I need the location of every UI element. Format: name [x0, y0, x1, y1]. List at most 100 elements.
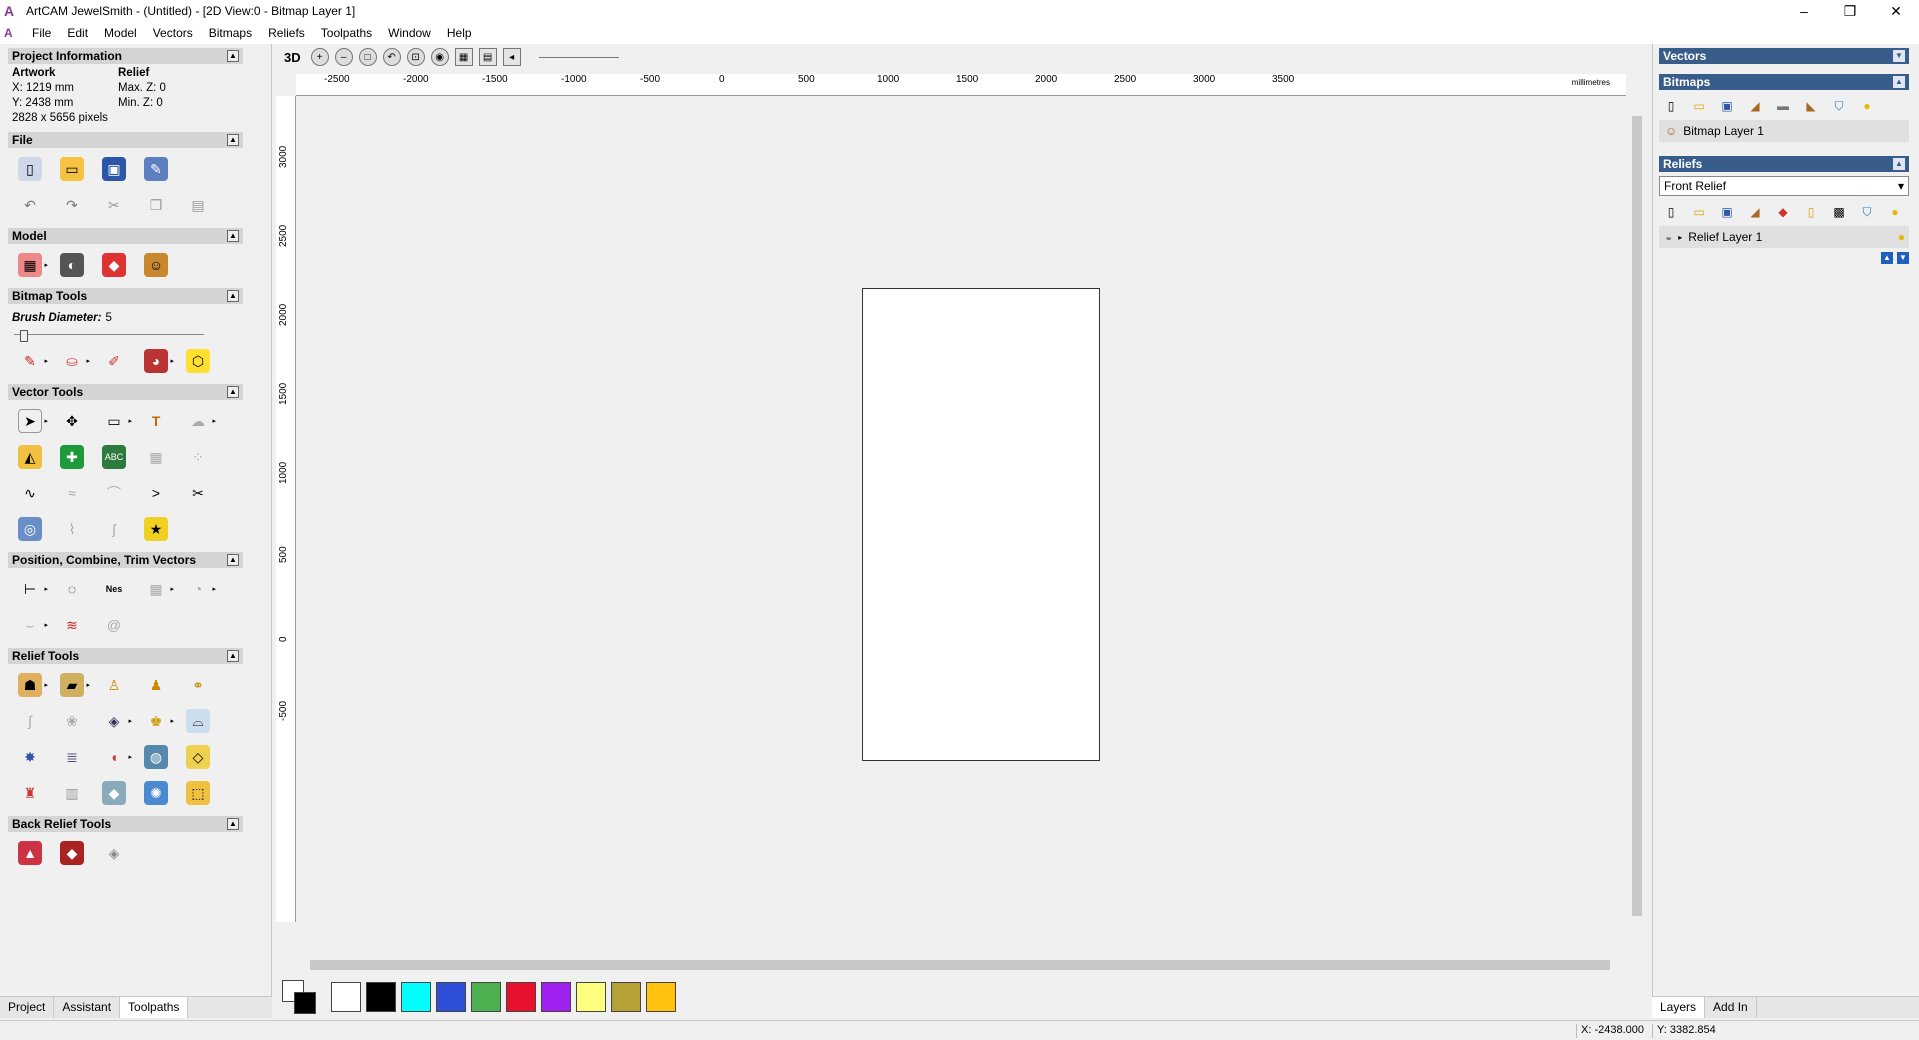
import-icon[interactable]: ◢	[1747, 204, 1763, 220]
pencil-button[interactable]: ✎ ▸	[12, 346, 48, 376]
figure-button[interactable]: ♜	[12, 778, 48, 808]
relief-folder-button[interactable]: ⬚	[180, 778, 216, 808]
color-swatch[interactable]	[331, 982, 361, 1012]
menu-vectors[interactable]: Vectors	[145, 26, 201, 40]
color-swatch[interactable]	[576, 982, 606, 1012]
texture-button[interactable]: ❀	[54, 706, 90, 736]
zoom-in-icon[interactable]: +	[310, 48, 329, 66]
eyedropper-button[interactable]: ✐	[96, 346, 132, 376]
dropdown-arrow-icon[interactable]: ▸	[44, 681, 48, 689]
open-folder-icon[interactable]: ▭	[1691, 98, 1707, 114]
sculpt-button[interactable]: ◖ ▸	[96, 742, 132, 772]
save-icon[interactable]: ▣	[1719, 98, 1735, 114]
dropdown-arrow-icon[interactable]: ▸	[170, 585, 174, 593]
dropdown-arrow-icon[interactable]: ▸	[44, 621, 48, 629]
expand-icon[interactable]: ▼	[1893, 50, 1905, 62]
menu-edit[interactable]: Edit	[59, 26, 96, 40]
save-icon[interactable]: ▣	[1719, 204, 1735, 220]
shape-button[interactable]: ʃ	[96, 514, 132, 544]
open-file-button[interactable]: ▭	[54, 154, 90, 184]
undo-button[interactable]: ↶	[12, 190, 48, 220]
color-swatch[interactable]	[436, 982, 466, 1012]
file-header[interactable]: File ▲	[8, 132, 243, 148]
zoom-selection-icon[interactable]: ⊡	[406, 48, 425, 66]
dropdown-arrow-icon[interactable]: ▸	[128, 717, 132, 725]
menu-reliefs[interactable]: Reliefs	[260, 26, 313, 40]
close-button[interactable]: ✕	[1873, 0, 1919, 22]
spin-button[interactable]: ♙	[96, 670, 132, 700]
collapse-icon[interactable]: ▲	[227, 650, 239, 662]
preview-icon[interactable]: ▩	[1831, 204, 1847, 220]
collapse-icon[interactable]: ▲	[227, 230, 239, 242]
color-swatch[interactable]	[506, 982, 536, 1012]
collapse-icon[interactable]: ▲	[227, 50, 239, 62]
layers-relief-button[interactable]: ≣	[54, 742, 90, 772]
project-info-header[interactable]: Project Information ▲	[8, 48, 243, 64]
color-swatch[interactable]	[541, 982, 571, 1012]
reliefs-header[interactable]: Reliefs ▲	[1659, 156, 1909, 172]
color-swatch[interactable]	[471, 982, 501, 1012]
color-palette-button[interactable]: ◕ ▸	[138, 346, 174, 376]
menu-toolpaths[interactable]: Toolpaths	[313, 26, 380, 40]
dropdown-arrow-icon[interactable]: ▸	[44, 261, 48, 269]
bitmap-tools-header[interactable]: Bitmap Tools ▲	[8, 288, 243, 304]
visibility-bulb-icon[interactable]: ●	[1859, 98, 1875, 114]
zoom-fit-icon[interactable]: □	[358, 48, 377, 66]
visibility-bulb-icon[interactable]: ●	[1887, 204, 1903, 220]
trim-button[interactable]: ✂	[180, 478, 216, 508]
menu-window[interactable]: Window	[380, 26, 439, 40]
slider-thumb[interactable]	[19, 330, 28, 342]
back-relief-2-button[interactable]: ◆	[54, 838, 90, 868]
color-swatch[interactable]	[646, 982, 676, 1012]
tab-assistant[interactable]: Assistant	[54, 997, 121, 1018]
dropdown-arrow-icon[interactable]: ▸	[44, 417, 48, 425]
vector-doctor-button[interactable]: ◭	[12, 442, 48, 472]
smooth-relief-button[interactable]: ∫	[12, 706, 48, 736]
collapse-icon[interactable]: ▲	[227, 290, 239, 302]
shape-editor-button[interactable]: ☗ ▸	[12, 670, 48, 700]
import-icon[interactable]: ◢	[1747, 98, 1763, 114]
collapse-icon[interactable]: ▲	[227, 386, 239, 398]
align-button[interactable]: ⊢ ▸	[12, 574, 48, 604]
brush-slider[interactable]	[14, 330, 204, 342]
spiral-button[interactable]: @	[96, 610, 132, 640]
visibility-bulb-icon[interactable]: ●	[1898, 230, 1905, 244]
curve-button[interactable]: ⌇	[54, 514, 90, 544]
color-swatch[interactable]	[401, 982, 431, 1012]
bitmaps-header[interactable]: Bitmaps ▲	[1659, 74, 1909, 90]
smooth-vectors-button[interactable]: ∿	[12, 478, 48, 508]
save-file-button[interactable]: ▣	[96, 154, 132, 184]
new-layer-icon[interactable]: ▯	[1663, 98, 1679, 114]
menu-bitmaps[interactable]: Bitmaps	[201, 26, 260, 40]
menu-file[interactable]: File	[24, 26, 59, 40]
collapse-icon[interactable]: ▲	[227, 134, 239, 146]
weld-button[interactable]: ◔ ▸	[180, 574, 216, 604]
star-relief-button[interactable]: ✸	[12, 742, 48, 772]
arch-button[interactable]: ⌓	[180, 706, 216, 736]
create-offset-button[interactable]: ✚	[54, 442, 90, 472]
scroll-thumb[interactable]	[1632, 116, 1642, 916]
collapse-icon[interactable]: ▲	[227, 818, 239, 830]
scroll-thumb[interactable]	[310, 960, 1610, 970]
dropdown-arrow-icon[interactable]: ▸	[170, 717, 174, 725]
back-relief-header[interactable]: Back Relief Tools ▲	[8, 816, 243, 832]
export-icon[interactable]: ▬	[1775, 98, 1791, 114]
primary-secondary-colors[interactable]	[282, 980, 322, 1014]
snap-objects-icon[interactable]: ▤	[478, 48, 497, 66]
vector-library-button[interactable]: ☁ ▸	[180, 406, 216, 436]
relief-globe-button[interactable]: ◍	[138, 742, 174, 772]
model-info-button[interactable]: ✎	[138, 154, 174, 184]
move-down-icon[interactable]: ▼	[1897, 252, 1909, 264]
node-editing-button[interactable]: ⁘	[180, 442, 216, 472]
paste-button[interactable]: ▤	[180, 190, 216, 220]
abc-text-button[interactable]: ABC	[96, 442, 132, 472]
relief-plane-button[interactable]: ◇	[180, 742, 216, 772]
transform-button[interactable]: ✥	[54, 406, 90, 436]
tab-project[interactable]: Project	[0, 997, 55, 1018]
wrap-button[interactable]: ≋	[54, 610, 90, 640]
gray-scale-button[interactable]: ◐	[54, 250, 90, 280]
bezier-button[interactable]: ⌒	[96, 478, 132, 508]
menu-help[interactable]: Help	[439, 26, 480, 40]
cut-button[interactable]: ✂	[96, 190, 132, 220]
tab-toolpaths[interactable]: Toolpaths	[120, 997, 189, 1018]
